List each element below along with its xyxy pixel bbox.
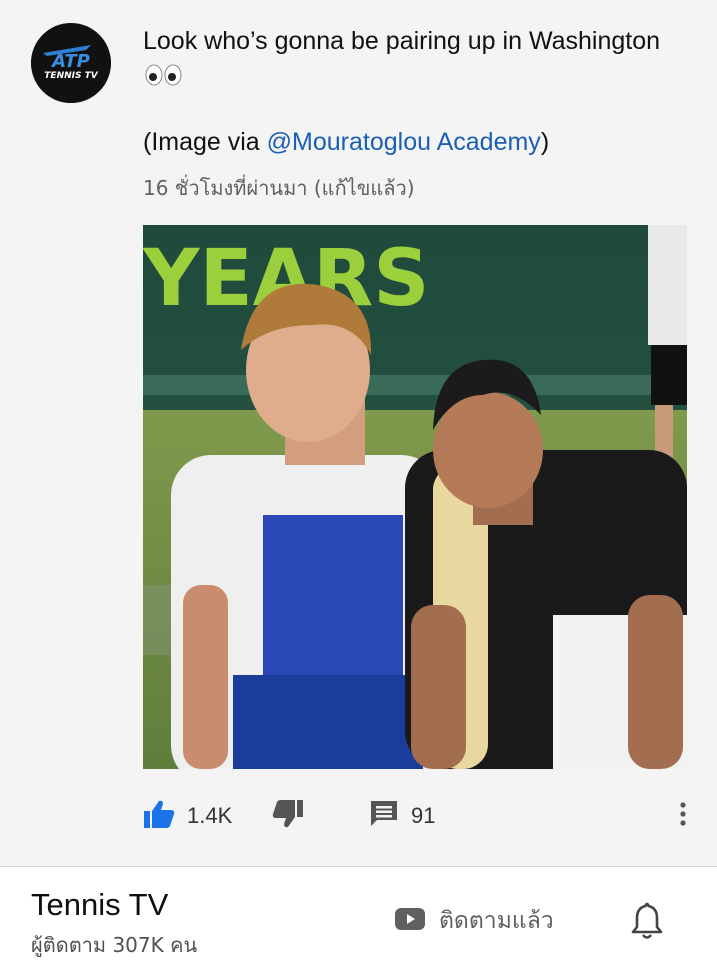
more-options-button[interactable] [672,790,694,842]
post-line-1: Look who’s gonna be pairing up in Washin… [143,24,663,95]
channel-name[interactable]: Tennis TV [31,887,168,923]
dislike-button[interactable] [272,790,304,842]
post-actions: 1.4K 91 [0,790,717,842]
mention-link[interactable]: @Mouratoglou Academy [267,128,541,156]
like-button[interactable]: 1.4K [143,790,232,842]
thumbs-down-icon [272,799,304,834]
post-text: Look who’s gonna be pairing up in Washin… [143,24,663,159]
bell-icon[interactable] [627,900,667,942]
channel-bar: Tennis TV ผู้ติดตาม 307K คน ติดตามแล้ว [0,867,717,968]
more-vert-icon [679,801,687,832]
subscriber-count: ผู้ติดตาม 307K คน [31,933,198,957]
like-count: 1.4K [187,803,233,828]
eyes-emoji-icon [145,61,183,95]
comment-count: 91 [411,803,436,828]
subscribed-button[interactable]: ติดตามแล้ว [395,903,554,939]
channel-avatar[interactable]: ATP TENNIS TV [31,23,111,103]
atp-tennis-tv-logo: ATP TENNIS TV [31,23,111,103]
youtube-icon [395,907,425,935]
post-timestamp: 16 ชั่วโมงที่ผ่านมา (แก้ไขแล้ว) [143,176,415,200]
players-photo: YEARS [143,225,687,769]
thumbs-up-icon [143,799,175,834]
svg-text:TENNIS TV: TENNIS TV [44,71,98,81]
community-post: ATP TENNIS TV Look who’s gonna be pairin… [0,0,717,866]
svg-text:ATP: ATP [50,51,90,72]
post-image[interactable]: YEARS [143,225,687,769]
subscribed-label: ติดตามแล้ว [439,908,554,934]
comments-button[interactable]: 91 [369,790,435,842]
comment-icon [369,799,399,834]
post-line-2: (Image via @Mouratoglou Academy) [143,128,550,156]
